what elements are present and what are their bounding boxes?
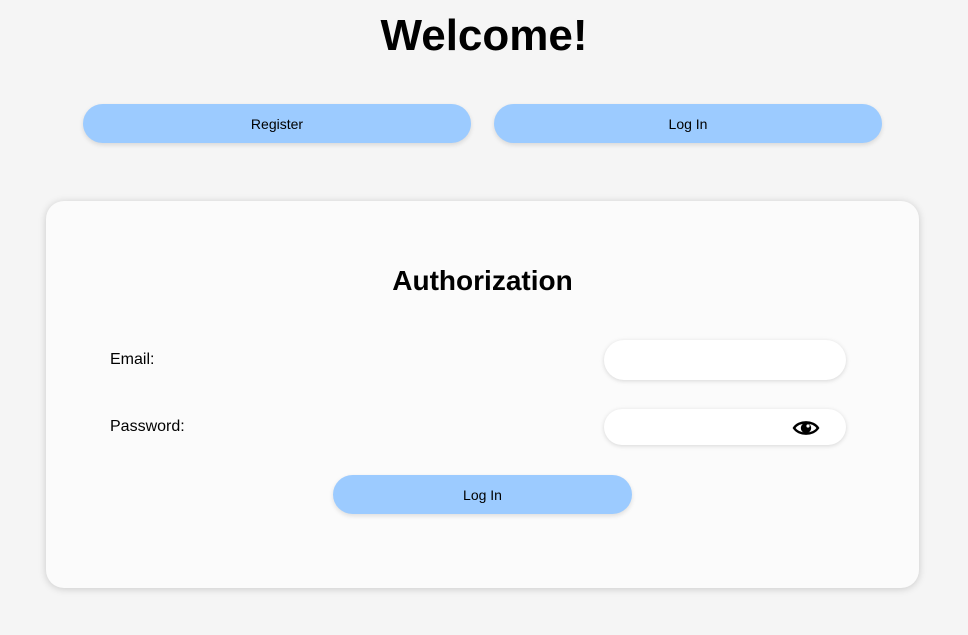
page-title: Welcome! [380, 11, 588, 60]
authorization-card: Authorization Email: Password: Log In [46, 201, 919, 588]
email-field-wrapper [604, 340, 846, 380]
login-submit-button[interactable]: Log In [333, 475, 632, 514]
email-input[interactable] [604, 340, 784, 380]
password-label: Password: [110, 418, 185, 435]
authorization-title: Authorization [392, 265, 573, 296]
password-input[interactable] [604, 409, 784, 445]
eye-icon[interactable] [792, 418, 820, 438]
password-field-wrapper [604, 409, 846, 445]
register-button[interactable]: Register [83, 104, 471, 143]
login-tab-button[interactable]: Log In [494, 104, 882, 143]
email-label: Email: [110, 351, 155, 368]
